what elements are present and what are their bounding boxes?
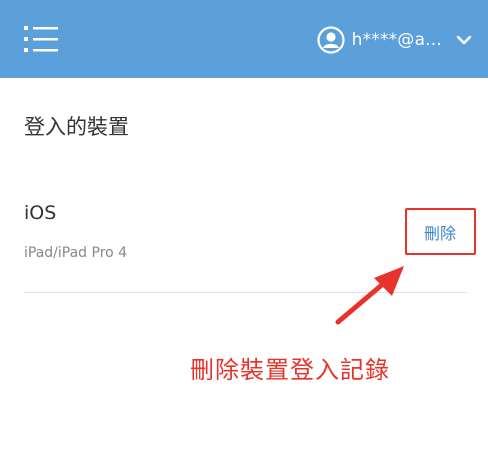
delete-device-button[interactable]: 刪除: [424, 220, 456, 244]
divider: [24, 292, 467, 293]
annotation-text: 刪除裝置登入記錄: [190, 356, 390, 384]
page-title: 登入的裝置: [24, 115, 129, 139]
device-name: iOS: [24, 202, 57, 224]
device-model: iPad/iPad Pro 4: [24, 245, 128, 261]
account-menu[interactable]: h****@a...: [316, 24, 472, 56]
user-avatar-icon: [316, 26, 345, 54]
menu-icon[interactable]: [24, 25, 58, 53]
chevron-down-icon: [456, 35, 472, 45]
top-bar: h****@a...: [0, 0, 488, 78]
account-email: h****@a...: [351, 30, 442, 50]
